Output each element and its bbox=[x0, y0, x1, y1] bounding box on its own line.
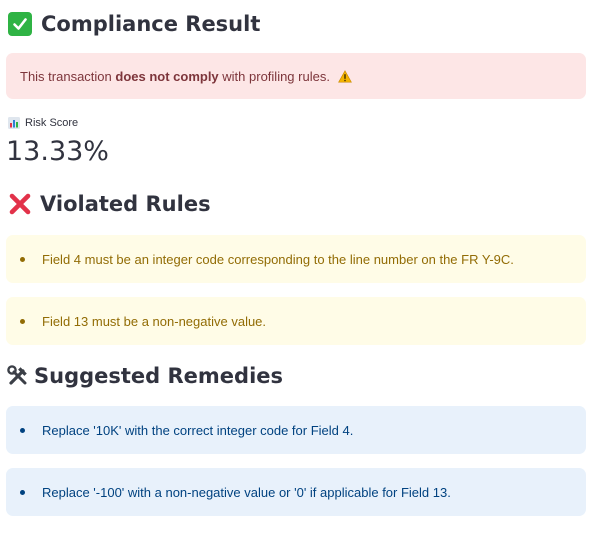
violated-rule-item: Field 4 must be an integer code correspo… bbox=[6, 235, 586, 283]
violated-rule-item: Field 13 must be a non-negative value. bbox=[6, 297, 586, 345]
check-mark-button-icon bbox=[8, 12, 32, 36]
hammer-wrench-icon bbox=[6, 364, 30, 388]
warning-icon bbox=[337, 70, 352, 86]
remedy-item: Replace '10K' with the correct integer c… bbox=[6, 406, 586, 454]
alert-message-suffix: with profiling rules. bbox=[218, 69, 330, 84]
violated-rule-text: Field 13 must be a non-negative value. bbox=[42, 313, 267, 329]
cross-mark-icon bbox=[8, 192, 32, 216]
bullet-dot bbox=[20, 427, 25, 433]
remedy-text: Replace '-100' with a non-negative value… bbox=[42, 484, 451, 500]
violated-rules-heading: Violated Rules bbox=[8, 192, 211, 216]
violated-rules-title: Violated Rules bbox=[40, 192, 211, 216]
compliance-result-heading: Compliance Result bbox=[8, 12, 260, 36]
bar-chart-icon bbox=[8, 117, 20, 129]
risk-score-label-text: Risk Score bbox=[25, 117, 79, 129]
suggested-remedies-heading: Suggested Remedies bbox=[6, 364, 283, 388]
bullet-dot bbox=[20, 489, 25, 495]
non-compliance-alert: This transaction does not comply with pr… bbox=[6, 53, 586, 99]
alert-message-bold: does not comply bbox=[115, 69, 219, 84]
risk-score-value: 13.33% bbox=[6, 136, 109, 167]
remedy-item: Replace '-100' with a non-negative value… bbox=[6, 468, 586, 516]
violated-rule-text: Field 4 must be an integer code correspo… bbox=[42, 251, 514, 267]
remedy-text: Replace '10K' with the correct integer c… bbox=[42, 422, 354, 438]
bullet-dot bbox=[20, 256, 25, 262]
compliance-result-title: Compliance Result bbox=[41, 12, 261, 36]
alert-message-prefix: This transaction bbox=[20, 69, 116, 84]
bullet-dot bbox=[20, 318, 25, 324]
suggested-remedies-title: Suggested Remedies bbox=[34, 364, 284, 388]
risk-score-label: Risk Score bbox=[8, 117, 78, 129]
